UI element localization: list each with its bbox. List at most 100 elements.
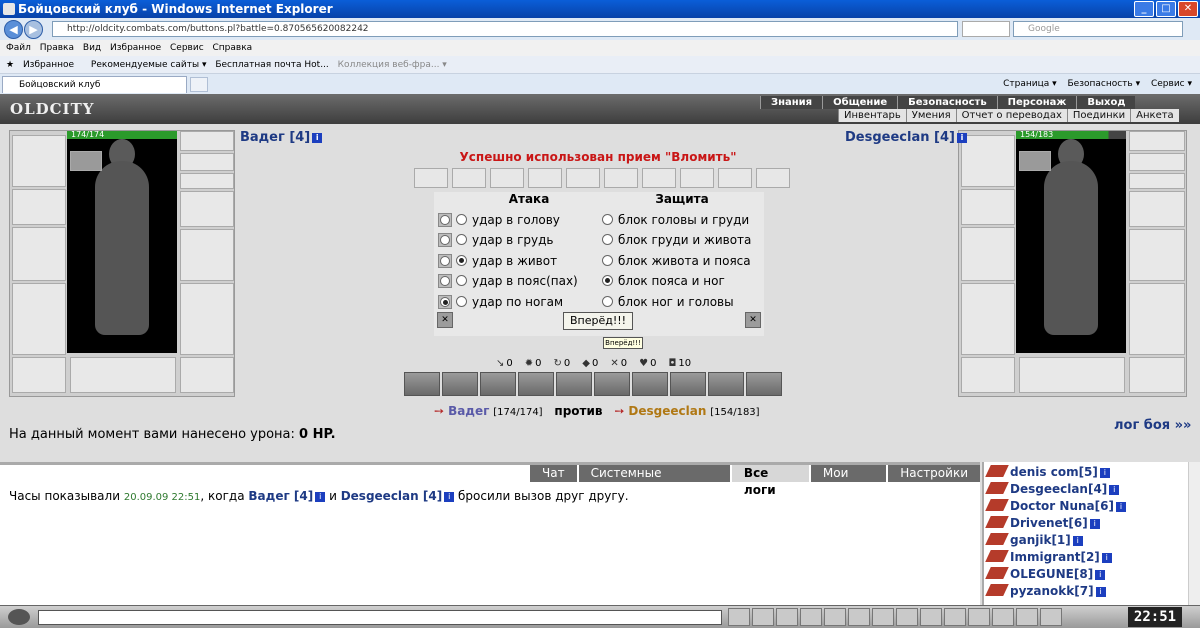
scroll-slot[interactable] <box>490 168 524 188</box>
attack-option[interactable]: удар в живот <box>438 252 557 272</box>
legs-slot[interactable] <box>180 283 234 355</box>
favorite-item[interactable]: Коллекция веб-фра... ▾ <box>338 56 447 74</box>
exit-icon[interactable] <box>1016 608 1038 626</box>
window-icon[interactable] <box>1040 608 1062 626</box>
save-icon[interactable] <box>800 608 822 626</box>
back-button[interactable]: ◀ <box>4 20 23 39</box>
technique-button[interactable] <box>632 372 668 396</box>
safety-menu[interactable]: Безопасность ▾ <box>1067 79 1140 89</box>
nav-fights[interactable]: Поединки <box>1066 109 1131 122</box>
scroll-slot[interactable] <box>680 168 714 188</box>
bracers-slot[interactable] <box>12 189 66 225</box>
menu-favorites[interactable]: Избранное <box>110 40 161 56</box>
technique-button[interactable] <box>518 372 554 396</box>
menu-tools[interactable]: Сервис <box>170 40 204 56</box>
favorites-button[interactable]: ★ Избранное <box>6 56 74 74</box>
buff-slot[interactable] <box>180 131 234 151</box>
filter-icon[interactable] <box>776 608 798 626</box>
effect-icon[interactable] <box>70 151 102 171</box>
tab-all-logs[interactable]: Все логи <box>731 465 809 497</box>
gloves-slot[interactable] <box>180 191 234 227</box>
scroll-slot[interactable] <box>718 168 752 188</box>
sound-icon[interactable] <box>872 608 894 626</box>
address-input[interactable]: http://oldcity.combats.com/buttons.pl?ba… <box>52 21 958 37</box>
list-item[interactable]: ganjik[1] i <box>985 533 1083 550</box>
lock-icon[interactable] <box>992 608 1014 626</box>
technique-button[interactable] <box>480 372 516 396</box>
attack-option[interactable]: удар в пояс(пах) <box>438 272 578 292</box>
helmet-slot[interactable] <box>12 135 66 187</box>
list-item[interactable]: pyzanokk[7] i <box>985 584 1106 601</box>
technique-button[interactable] <box>556 372 592 396</box>
scroll-slot[interactable] <box>566 168 600 188</box>
refresh-stop-buttons[interactable] <box>962 21 1010 37</box>
scroll-slot[interactable] <box>528 168 562 188</box>
nav-profile[interactable]: Анкета <box>1130 109 1179 122</box>
defense-option[interactable]: блок ног и головы <box>602 293 734 313</box>
right-corner-icon[interactable]: ✕ <box>745 312 761 328</box>
nav-skills[interactable]: Умения <box>905 109 956 122</box>
list-item[interactable]: Drivenet[6] i <box>985 516 1100 533</box>
nav-character[interactable]: Персонаж <box>996 96 1077 109</box>
palette-icon[interactable] <box>944 608 966 626</box>
tab-my-logs[interactable]: Мои логи <box>810 465 887 497</box>
browser-tab[interactable]: Бойцовский клуб <box>2 76 187 93</box>
nav-transfers[interactable]: Отчет о переводах <box>955 109 1067 122</box>
scroll-slot[interactable] <box>414 168 448 188</box>
new-tab-button[interactable] <box>190 77 208 92</box>
attack-option[interactable]: удар в грудь <box>438 231 553 251</box>
minimize-button[interactable]: _ <box>1134 1 1154 17</box>
nav-knowledge[interactable]: Знания <box>760 96 823 109</box>
armor-slot[interactable] <box>12 283 66 355</box>
battle-log-link[interactable]: лог боя »» <box>1114 418 1191 433</box>
menu-view[interactable]: Вид <box>83 40 101 56</box>
tab-settings[interactable]: Настройки <box>888 465 980 482</box>
go-button[interactable]: Вперёд!!! <box>563 312 633 330</box>
list-item[interactable]: Immigrant[2] i <box>985 550 1112 567</box>
defense-option[interactable]: блок головы и груди <box>602 211 749 231</box>
tab-system[interactable]: Системные сообщения <box>578 465 730 497</box>
technique-button[interactable] <box>594 372 630 396</box>
clear-icon[interactable] <box>752 608 774 626</box>
menu-file[interactable]: Файл <box>6 40 31 56</box>
figure-icon[interactable] <box>968 608 990 626</box>
vs-enemy-name[interactable]: Desgeeclan <box>628 404 706 418</box>
shield-slot[interactable] <box>180 229 234 281</box>
tools-icon[interactable] <box>848 608 870 626</box>
smile-icon[interactable] <box>920 608 942 626</box>
tab-chat[interactable]: Чат <box>530 465 577 482</box>
vs-player-name[interactable]: Вадег <box>448 404 489 418</box>
enemy-name[interactable]: Desgeeclan [4] i <box>845 130 967 145</box>
nav-communication[interactable]: Общение <box>822 96 898 109</box>
left-corner-icon[interactable]: ✕ <box>437 312 453 328</box>
scroll-slot[interactable] <box>604 168 638 188</box>
close-button[interactable]: ✕ <box>1178 1 1198 17</box>
rune-slots[interactable] <box>70 357 176 393</box>
list-item[interactable]: OLEGUNE[8] i <box>985 567 1106 584</box>
technique-button[interactable] <box>404 372 440 396</box>
player-name[interactable]: Вадег [4] i <box>240 130 323 145</box>
scroll-slot[interactable] <box>756 168 790 188</box>
info-icon[interactable]: i <box>956 133 967 143</box>
list-icon[interactable] <box>896 608 918 626</box>
scroll-slot[interactable] <box>642 168 676 188</box>
boots-slot[interactable] <box>180 357 234 393</box>
smiley-icon[interactable] <box>8 609 30 625</box>
list-item[interactable]: denis com[5] i <box>985 465 1110 482</box>
menu-edit[interactable]: Правка <box>40 40 74 56</box>
nav-inventory[interactable]: Инвентарь <box>838 109 906 122</box>
list-item[interactable]: Desgeeclan[4] i <box>985 482 1120 499</box>
tools-menu[interactable]: Сервис ▾ <box>1151 79 1192 89</box>
page-menu[interactable]: Страница ▾ <box>1003 79 1057 89</box>
search-input[interactable]: Google <box>1013 21 1183 37</box>
message-input[interactable] <box>38 610 722 625</box>
favorite-item[interactable]: Рекомендуемые сайты ▾ <box>91 56 207 74</box>
earring-slot[interactable] <box>180 153 234 171</box>
defense-option[interactable]: блок пояса и ног <box>602 272 725 292</box>
info-icon[interactable]: i <box>312 133 323 143</box>
defense-option[interactable]: блок живота и пояса <box>602 252 751 272</box>
list-item[interactable]: Doctor Nuna[6] i <box>985 499 1126 516</box>
maximize-button[interactable]: □ <box>1156 1 1176 17</box>
attack-option[interactable]: удар в голову <box>438 211 560 231</box>
rings-slot[interactable] <box>180 173 234 189</box>
